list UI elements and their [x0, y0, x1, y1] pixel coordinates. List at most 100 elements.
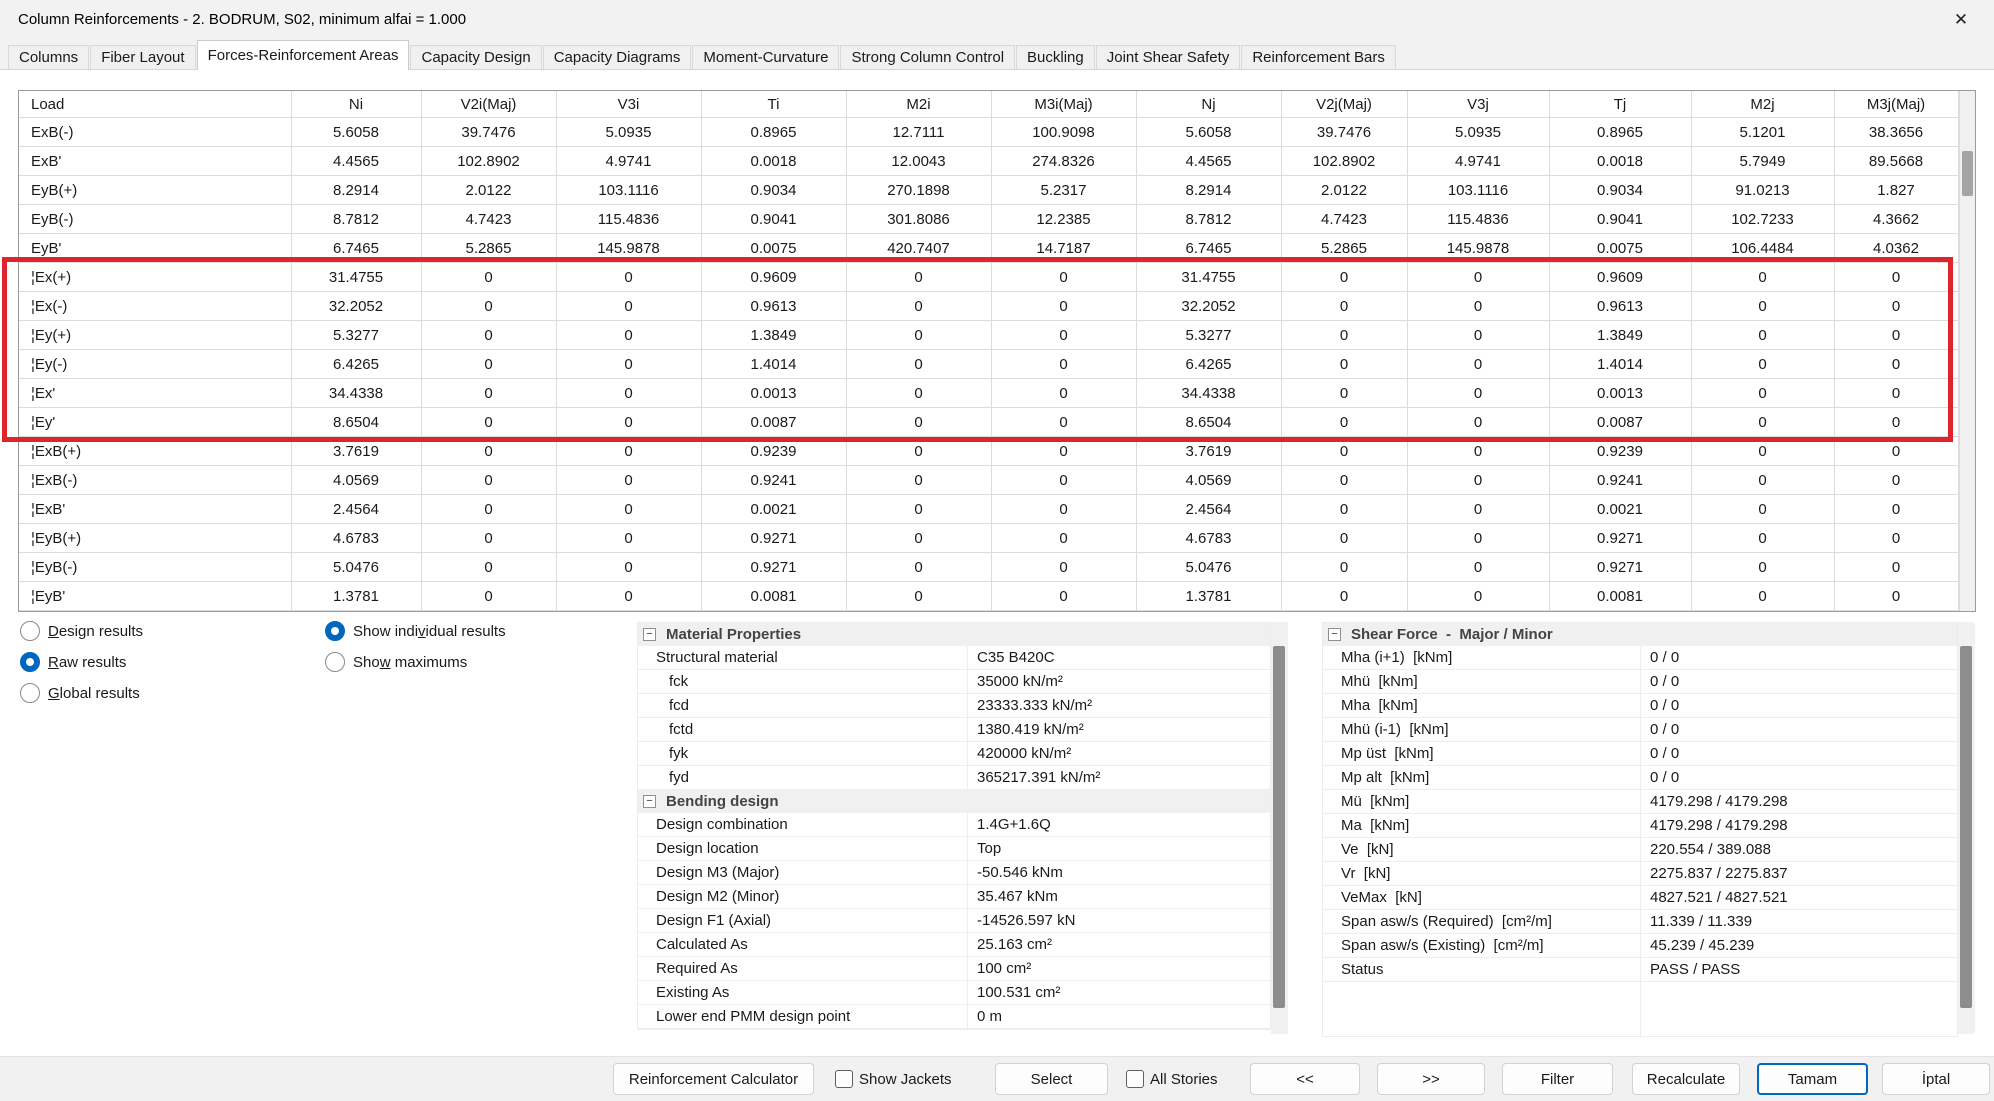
collapse-icon[interactable]: −	[1328, 628, 1341, 641]
left-panel-scrollbar-thumb[interactable]	[1273, 646, 1285, 1008]
filter-button[interactable]: Filter	[1502, 1063, 1613, 1095]
property-row[interactable]: Mhü (i-1) [kNm] 0 / 0	[1323, 718, 1957, 742]
tab-moment-curvature[interactable]: Moment-Curvature	[692, 45, 840, 69]
column-header-nj[interactable]: Nj	[1135, 91, 1282, 118]
property-row[interactable]: Status PASS / PASS	[1323, 958, 1957, 982]
table-row[interactable]: ¦Ex' 34.4338 0 0 0.0013 0 0 34.4338 0 0 0.0013 0 0	[19, 378, 1959, 408]
property-row[interactable]: fyk 420000 kN/m²	[638, 742, 1270, 766]
show-jackets-checkbox[interactable]	[835, 1070, 853, 1088]
table-row[interactable]: ¦ExB' 2.4564 0 0 0.0021 0 0 2.4564 0 0 0.0021 0 0	[19, 494, 1959, 524]
property-row[interactable]: Mp üst [kNm] 0 / 0	[1323, 742, 1957, 766]
radio-show-maximums[interactable]: Show maximums	[325, 651, 467, 673]
property-row[interactable]: fcd 23333.333 kN/m²	[638, 694, 1270, 718]
column-header-v3j[interactable]: V3j	[1406, 91, 1550, 118]
property-row[interactable]: Design F1 (Axial) -14526.597 kN	[638, 909, 1270, 933]
tab-forces-reinforcement-areas[interactable]: Forces-Reinforcement Areas	[196, 40, 410, 70]
table-row[interactable]: ¦Ey' 8.6504 0 0 0.0087 0 0 8.6504 0 0 0.0087 0 0	[19, 407, 1959, 437]
column-header-v2j-maj[interactable]: V2j(Maj)	[1280, 91, 1408, 118]
table-row[interactable]: ¦EyB(-) 5.0476 0 0 0.9271 0 0 5.0476 0 0 0.9271 0 0	[19, 552, 1959, 582]
close-button[interactable]: ✕	[1940, 5, 1982, 35]
column-header-m3j-maj[interactable]: M3j(Maj)	[1833, 91, 1959, 118]
table-row[interactable]: ¦Ex(-) 32.2052 0 0 0.9613 0 0 32.2052 0 0 0.9613 0 0	[19, 291, 1959, 321]
cancel-button[interactable]: İptal	[1882, 1063, 1990, 1095]
panel-group-header-bending-design[interactable]: − Bending design	[638, 790, 1270, 813]
tab-strong-column-control[interactable]: Strong Column Control	[840, 45, 1016, 69]
panel-group-header-material-properties[interactable]: − Material Properties	[638, 623, 1270, 646]
property-row[interactable]: Lower end PMM design point 0 m	[638, 1005, 1270, 1029]
table-row[interactable]: EyB(-) 8.7812 4.7423 115.4836 0.9041 301.8086…	[19, 204, 1959, 234]
right-panel-scrollbar[interactable]	[1958, 622, 1975, 1034]
property-row[interactable]: Ma [kNm] 4179.298 / 4179.298	[1323, 814, 1957, 838]
tab-capacity-design[interactable]: Capacity Design	[410, 45, 542, 69]
property-row[interactable]: Mha (i+1) [kNm] 0 / 0	[1323, 646, 1957, 670]
radio-button-icon[interactable]	[20, 683, 40, 703]
table-row[interactable]: ¦EyB(+) 4.6783 0 0 0.9271 0 0 4.6783 0 0 0.9271 0 0	[19, 523, 1959, 553]
all-stories-checkbox[interactable]	[1126, 1070, 1144, 1088]
property-row[interactable]: fctd 1380.419 kN/m²	[638, 718, 1270, 742]
collapse-icon[interactable]: −	[643, 795, 656, 808]
column-header-ti[interactable]: Ti	[700, 91, 847, 118]
radio-button-icon[interactable]	[325, 652, 345, 672]
property-row[interactable]: Mü [kNm] 4179.298 / 4179.298	[1323, 790, 1957, 814]
property-row[interactable]: Structural material C35 B420C	[638, 646, 1270, 670]
tab-joint-shear-safety[interactable]: Joint Shear Safety	[1095, 45, 1241, 69]
property-row[interactable]: Design location Top	[638, 837, 1270, 861]
radio-show-individual-results[interactable]: Show individual results	[325, 620, 506, 642]
table-scrollbar[interactable]	[1959, 91, 1975, 611]
property-row[interactable]: Design combination 1.4G+1.6Q	[638, 813, 1270, 837]
previous-button[interactable]: <<	[1250, 1063, 1360, 1095]
radio-button-icon[interactable]	[20, 652, 40, 672]
column-header-m2j[interactable]: M2j	[1690, 91, 1835, 118]
ok-button[interactable]: Tamam	[1757, 1063, 1868, 1095]
property-row[interactable]: Mhü [kNm] 0 / 0	[1323, 670, 1957, 694]
table-row[interactable]: ExB' 4.4565 102.8902 4.9741 0.0018 12.0043 274…	[19, 146, 1959, 176]
property-row[interactable]: fyd 365217.391 kN/m²	[638, 766, 1270, 790]
table-row[interactable]: ¦Ey(-) 6.4265 0 0 1.4014 0 0 6.4265 0 0 1.4014 0 0	[19, 349, 1959, 379]
table-scrollbar-thumb[interactable]	[1962, 151, 1973, 196]
reinforcement-calculator-button[interactable]: Reinforcement Calculator	[613, 1063, 814, 1095]
property-row[interactable]: Required As 100 cm²	[638, 957, 1270, 981]
property-row[interactable]: Ve [kN] 220.554 / 389.088	[1323, 838, 1957, 862]
property-row[interactable]: fck 35000 kN/m²	[638, 670, 1270, 694]
table-row[interactable]: ¦ExB(-) 4.0569 0 0 0.9241 0 0 4.0569 0 0 0.9241 0 0	[19, 465, 1959, 495]
panel-group-header-shear-force-major-minor[interactable]: − Shear Force - Major / Minor	[1323, 623, 1957, 646]
next-button[interactable]: >>	[1377, 1063, 1485, 1095]
property-row[interactable]: VeMax [kN] 4827.521 / 4827.521	[1323, 886, 1957, 910]
table-row[interactable]: EyB' 6.7465 5.2865 145.9878 0.0075 420.7407 14…	[19, 233, 1959, 263]
radio-button-icon[interactable]	[325, 621, 345, 641]
left-panel-scrollbar[interactable]	[1271, 622, 1288, 1034]
column-header-tj[interactable]: Tj	[1548, 91, 1692, 118]
collapse-icon[interactable]: −	[643, 628, 656, 641]
tab-buckling[interactable]: Buckling	[1016, 45, 1095, 69]
property-row[interactable]: Mha [kNm] 0 / 0	[1323, 694, 1957, 718]
tab-reinforcement-bars[interactable]: Reinforcement Bars	[1241, 45, 1396, 69]
radio-button-icon[interactable]	[20, 621, 40, 641]
table-row[interactable]: ¦EyB' 1.3781 0 0 0.0081 0 0 1.3781 0 0 0.0081 0 0	[19, 581, 1959, 611]
tab-columns[interactable]: Columns	[8, 45, 90, 69]
radio-design-results[interactable]: Design results	[20, 620, 143, 642]
radio-raw-results[interactable]: Raw results	[20, 651, 126, 673]
select-button[interactable]: Select	[995, 1063, 1108, 1095]
table-row[interactable]: ExB(-) 5.6058 39.7476 5.0935 0.8965 12.7111 10…	[19, 117, 1959, 147]
property-row[interactable]: Span asw/s (Existing) [cm²/m] 45.239 / 45…	[1323, 934, 1957, 958]
table-row[interactable]: EyB(+) 8.2914 2.0122 103.1116 0.9034 270.1898…	[19, 175, 1959, 205]
table-row[interactable]: ¦ExB(+) 3.7619 0 0 0.9239 0 0 3.7619 0 0 0.9239 0 0	[19, 436, 1959, 466]
column-header-ni[interactable]: Ni	[290, 91, 422, 118]
property-row[interactable]: Span asw/s (Required) [cm²/m] 11.339 / 11…	[1323, 910, 1957, 934]
property-row[interactable]: Design M2 (Minor) 35.467 kNm	[638, 885, 1270, 909]
column-header-v3i[interactable]: V3i	[555, 91, 702, 118]
property-row[interactable]: Existing As 100.531 cm²	[638, 981, 1270, 1005]
table-row[interactable]: ¦Ey(+) 5.3277 0 0 1.3849 0 0 5.3277 0 0 1.3849 0 0	[19, 320, 1959, 350]
property-row[interactable]: Mp alt [kNm] 0 / 0	[1323, 766, 1957, 790]
right-panel-scrollbar-thumb[interactable]	[1960, 646, 1972, 1008]
recalculate-button[interactable]: Recalculate	[1632, 1063, 1740, 1095]
tab-fiber-layout[interactable]: Fiber Layout	[90, 45, 196, 69]
column-header-m3i-maj[interactable]: M3i(Maj)	[990, 91, 1137, 118]
column-header-load[interactable]: Load	[19, 91, 292, 118]
property-row[interactable]: Design M3 (Major) -50.546 kNm	[638, 861, 1270, 885]
column-header-v2i-maj[interactable]: V2i(Maj)	[420, 91, 557, 118]
property-row[interactable]: Vr [kN] 2275.837 / 2275.837	[1323, 862, 1957, 886]
property-row[interactable]: Calculated As 25.163 cm²	[638, 933, 1270, 957]
column-header-m2i[interactable]: M2i	[845, 91, 992, 118]
tab-capacity-diagrams[interactable]: Capacity Diagrams	[542, 45, 692, 69]
